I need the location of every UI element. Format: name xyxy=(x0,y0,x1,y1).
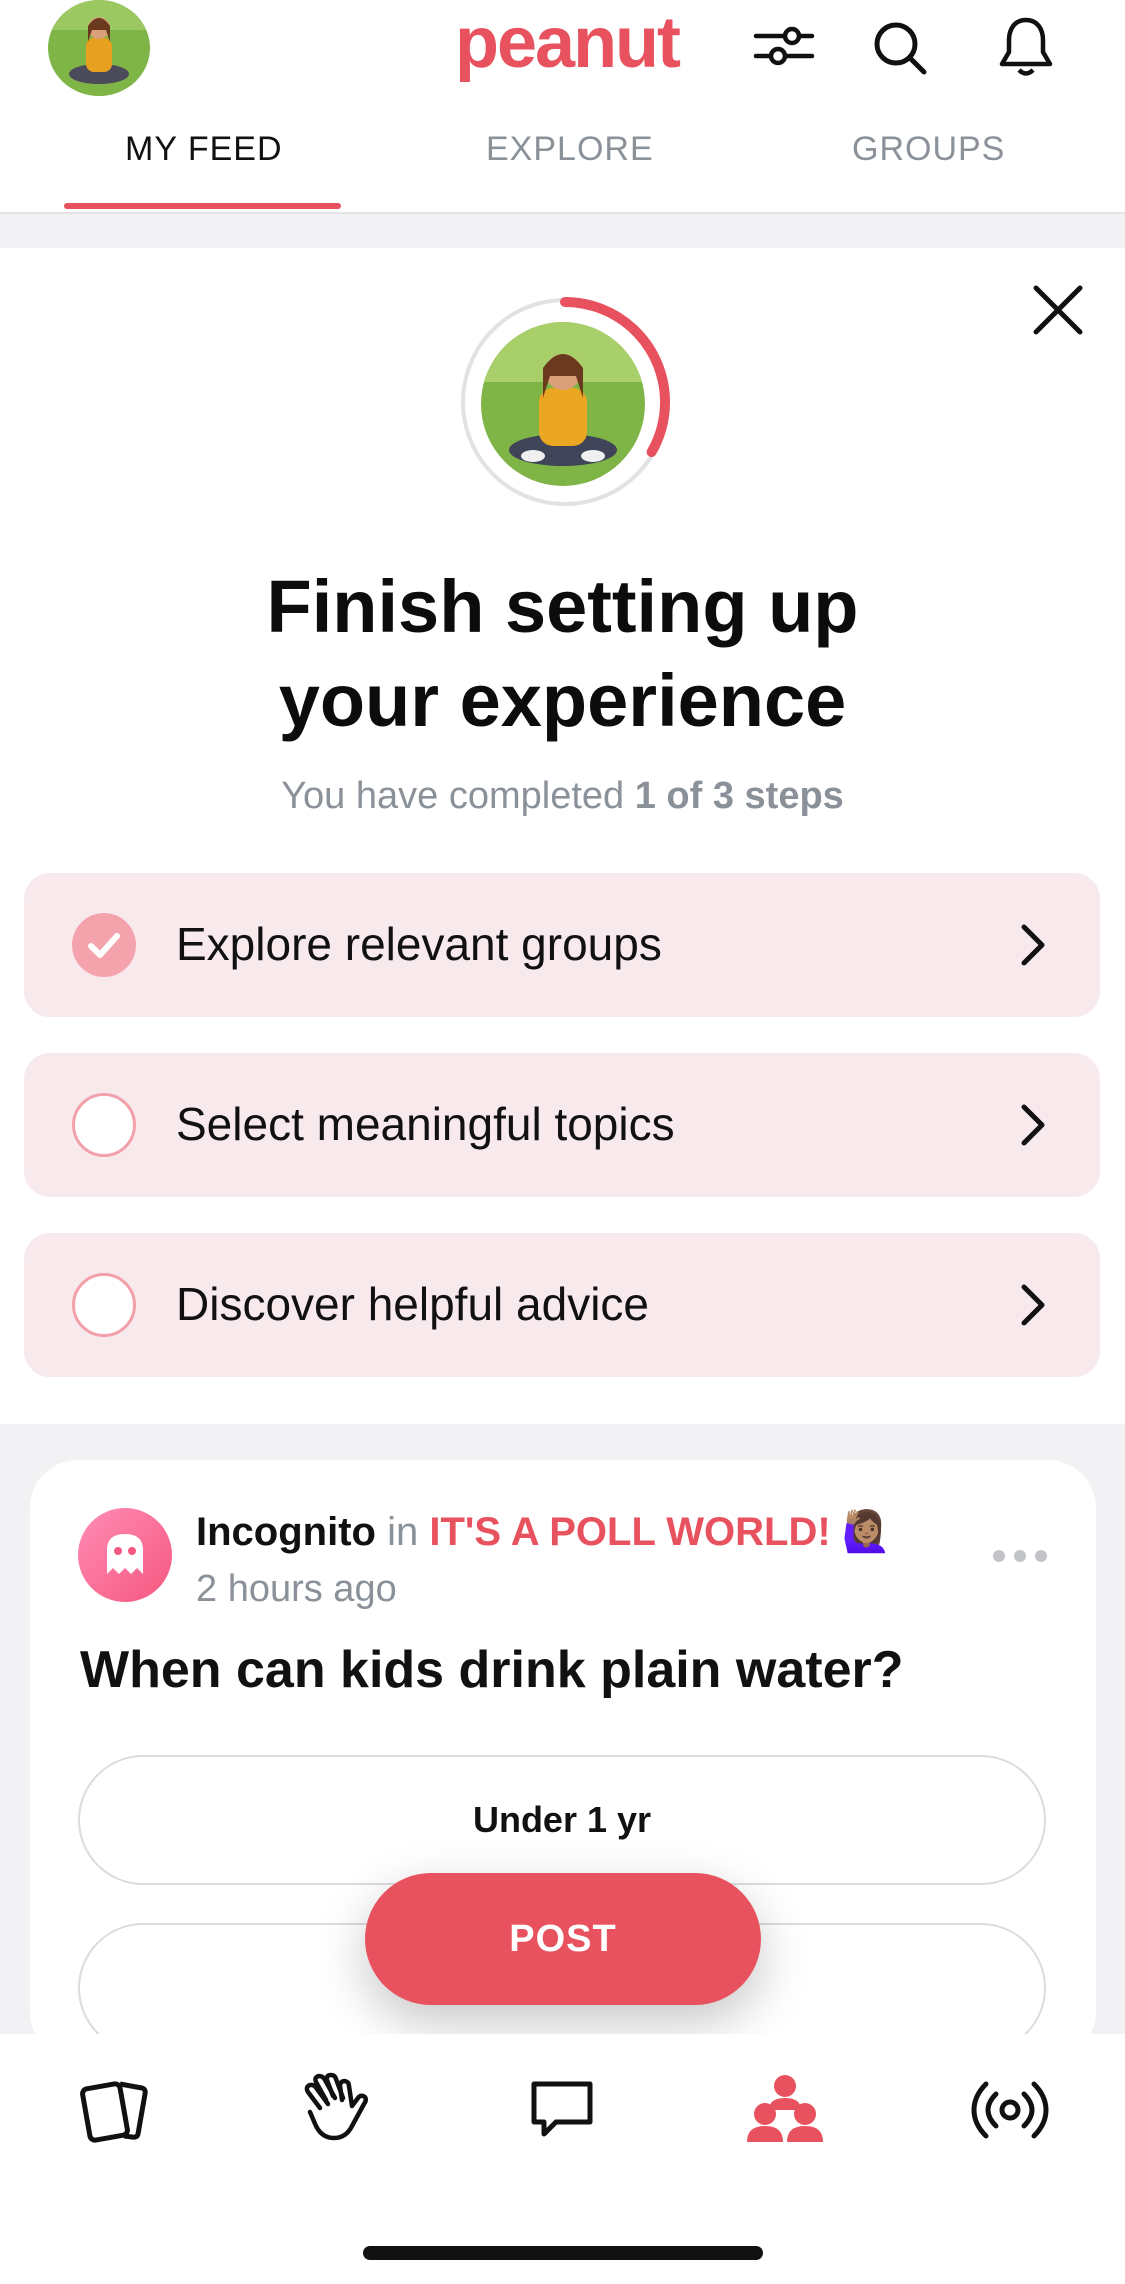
setup-title-line-1: Finish setting up xyxy=(266,565,859,648)
wave-icon[interactable] xyxy=(296,2070,376,2150)
chevron-right-icon xyxy=(1004,1277,1060,1333)
post-in-word: in xyxy=(387,1510,419,1554)
profile-photo xyxy=(481,322,645,486)
setup-step-label: Discover helpful advice xyxy=(176,1278,650,1330)
profile-avatar[interactable] xyxy=(48,0,150,96)
bell-icon[interactable] xyxy=(994,14,1058,78)
poll-question: When can kids drink plain water? xyxy=(80,1641,904,1699)
home-indicator xyxy=(363,2246,763,2260)
filter-icon[interactable] xyxy=(752,14,816,78)
setup-subtitle-count: 1 of 3 steps xyxy=(634,775,844,817)
setup-subtitle-prefix: You have completed xyxy=(281,775,635,817)
empty-circle-icon xyxy=(72,1093,136,1157)
check-icon xyxy=(72,913,136,977)
post-author[interactable]: Incognito xyxy=(196,1510,376,1554)
setup-step-discover-advice[interactable]: Discover helpful advice xyxy=(24,1233,1100,1377)
tab-groups[interactable]: GROUPS xyxy=(852,130,1005,169)
active-tab-indicator xyxy=(64,203,341,209)
post-timestamp: 2 hours ago xyxy=(196,1568,397,1610)
ghost-icon[interactable] xyxy=(78,1508,172,1602)
close-icon[interactable] xyxy=(1030,282,1086,338)
setup-step-explore-groups[interactable]: Explore relevant groups xyxy=(24,873,1100,1017)
broadcast-icon[interactable] xyxy=(970,2070,1050,2150)
search-icon[interactable] xyxy=(868,14,932,78)
post-author-line: Incognito in IT'S A POLL WORLD! 🙋🏽‍♀️ xyxy=(196,1508,892,1555)
setup-title-line-2: your experience xyxy=(278,659,847,742)
groups-icon[interactable] xyxy=(745,2070,825,2150)
peanut-logo: peanut xyxy=(455,3,681,83)
chat-icon[interactable] xyxy=(522,2070,602,2150)
cards-icon[interactable] xyxy=(76,2070,156,2150)
empty-circle-icon xyxy=(72,1273,136,1337)
chevron-right-icon xyxy=(1004,1097,1060,1153)
setup-step-label: Select meaningful topics xyxy=(176,1098,675,1150)
setup-step-select-topics[interactable]: Select meaningful topics xyxy=(24,1053,1100,1197)
tab-explore[interactable]: EXPLORE xyxy=(486,130,654,169)
setup-title: Finish setting up your experience xyxy=(0,560,1125,748)
post-group-link[interactable]: IT'S A POLL WORLD! 🙋🏽‍♀️ xyxy=(429,1510,891,1554)
post-button[interactable]: POST xyxy=(365,1873,761,2005)
more-icon[interactable] xyxy=(990,1544,1050,1568)
setup-step-label: Explore relevant groups xyxy=(176,918,662,970)
section-divider xyxy=(0,214,1125,248)
poll-option[interactable]: Under 1 yr xyxy=(78,1755,1046,1885)
setup-subtitle: You have completed 1 of 3 steps xyxy=(0,775,1125,818)
tab-my-feed[interactable]: MY FEED xyxy=(125,130,283,169)
chevron-right-icon xyxy=(1004,917,1060,973)
